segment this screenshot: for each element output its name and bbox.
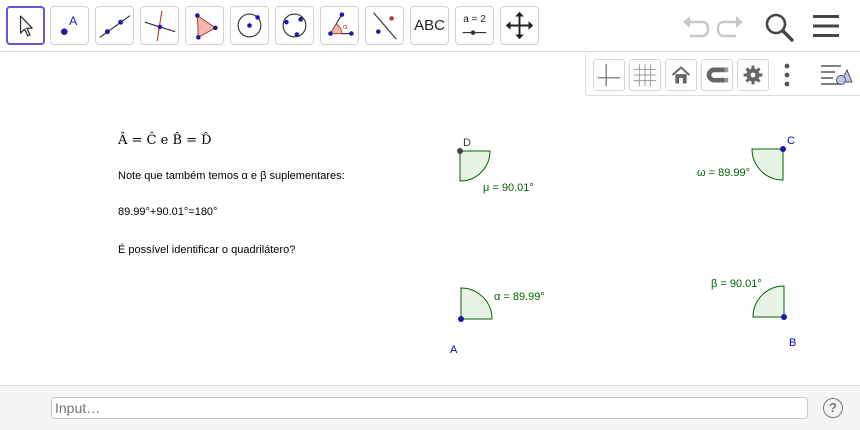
line-tool-button[interactable] — [95, 6, 134, 45]
redo-icon[interactable] — [716, 12, 746, 40]
slider-tool-button[interactable]: a = 2 — [455, 6, 494, 45]
cursor-arrow-icon — [19, 15, 33, 37]
angle-alpha-label: α = 89.99° — [494, 291, 545, 303]
angle-tool-button[interactable]: α — [320, 6, 359, 45]
menu-icon[interactable] — [811, 12, 841, 40]
circle-tool-button[interactable] — [230, 6, 269, 45]
perpendicular-line-icon — [144, 10, 176, 42]
text-tool-label: ABC — [414, 17, 445, 34]
circle-center-icon — [237, 13, 262, 38]
angle-icon: α — [328, 12, 354, 36]
undo-icon[interactable] — [680, 12, 710, 40]
angle-mu-label: μ = 90.01° — [483, 182, 534, 194]
angle-tool-label: α — [343, 22, 348, 31]
geometry-layer: D μ = 90.01° C ω = 89.99° A α = 89.99° B… — [450, 135, 796, 356]
point-b[interactable] — [781, 314, 787, 320]
point-tool-button[interactable]: A — [50, 6, 89, 45]
angle-omega-sector[interactable] — [751, 148, 784, 181]
search-icon[interactable] — [763, 11, 795, 43]
graphics-view[interactable]: Â = Ĉ e B̂ = D̂ Note que também temos α … — [0, 53, 860, 385]
angle-mu-sector[interactable] — [459, 150, 491, 182]
line-icon — [99, 15, 131, 38]
point-c[interactable] — [780, 146, 786, 152]
input-bar: ? — [0, 385, 860, 430]
reflect-tool-button[interactable] — [365, 6, 404, 45]
help-button[interactable]: ? — [823, 398, 843, 418]
circle-three-points-icon — [282, 13, 307, 38]
point-icon: A — [60, 14, 78, 35]
toolbar: A α ABC a = 2 — [0, 0, 860, 52]
algebra-input[interactable] — [51, 397, 808, 419]
circle-three-points-tool-button[interactable] — [275, 6, 314, 45]
move-graphics-tool-button[interactable] — [500, 6, 539, 45]
angle-omega-label: ω = 89.99° — [697, 167, 750, 179]
polygon-tool-button[interactable] — [185, 6, 224, 45]
point-b-label: B — [789, 337, 796, 349]
reflect-icon — [373, 12, 397, 40]
move-arrows-icon — [505, 11, 534, 40]
polygon-icon — [195, 13, 218, 40]
point-tool-label: A — [69, 14, 78, 28]
text-tool-button[interactable]: ABC — [410, 6, 449, 45]
slider-icon — [462, 30, 487, 35]
move-tool-button[interactable] — [6, 6, 45, 45]
angle-beta-sector[interactable] — [752, 285, 785, 318]
point-a[interactable] — [458, 316, 464, 322]
perpendicular-tool-button[interactable] — [140, 6, 179, 45]
point-a-label: A — [450, 344, 458, 356]
angle-alpha-sector[interactable] — [460, 287, 493, 320]
angle-beta-label: β = 90.01° — [711, 278, 762, 290]
point-d-label: D — [463, 137, 471, 149]
point-c-label: C — [787, 135, 795, 147]
